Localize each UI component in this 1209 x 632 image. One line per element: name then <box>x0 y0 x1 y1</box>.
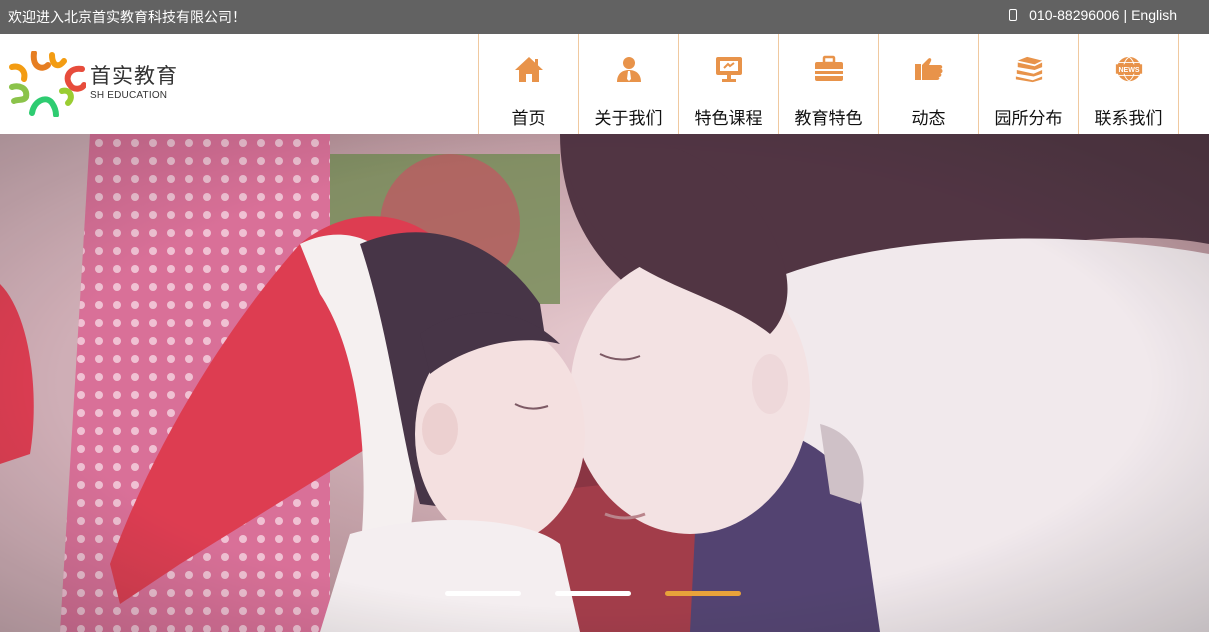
logo-name-en: SH EDUCATION <box>90 90 168 101</box>
top-bar: 欢迎进入北京首实教育科技有限公司！ 010-88296006 | English <box>0 0 1209 34</box>
nav-label: 联系我们 <box>1094 109 1163 129</box>
nav-item-home[interactable]: 首页 <box>479 34 579 134</box>
phone-number: 010-88296006 <box>1029 7 1120 23</box>
books-icon <box>1014 54 1044 84</box>
top-bar-right: 010-88296006 | English <box>1009 7 1177 23</box>
nav-item-contact[interactable]: NEWS 联系我们 <box>1079 34 1179 134</box>
carousel-indicators <box>445 591 741 596</box>
nav-label: 园所分布 <box>994 109 1063 129</box>
main-nav: 首页 关于我们 特色课程 教育特色 动态 园所分布 NEWS 联系我们 <box>478 34 1179 134</box>
briefcase-icon <box>814 54 844 84</box>
separator: | <box>1123 7 1128 23</box>
welcome-text: 欢迎进入北京首实教育科技有限公司！ <box>8 9 246 25</box>
phone-icon <box>1009 9 1018 21</box>
nav-label: 特色课程 <box>694 109 763 129</box>
logo-mark-icon <box>9 51 86 117</box>
hero-banner[interactable] <box>0 134 1209 632</box>
nav-label: 教育特色 <box>794 109 863 129</box>
english-link[interactable]: English <box>1131 7 1177 23</box>
hero-photo <box>0 134 1209 632</box>
carousel-dot-1[interactable] <box>445 591 521 596</box>
monitor-icon <box>714 54 744 84</box>
news-globe-icon: NEWS <box>1114 54 1144 84</box>
nav-item-about[interactable]: 关于我们 <box>579 34 679 134</box>
header: 首实教育 SH EDUCATION 首页 关于我们 特色课程 教育特色 动态 园… <box>0 34 1209 134</box>
hand-icon <box>914 54 944 84</box>
nav-item-features[interactable]: 教育特色 <box>779 34 879 134</box>
nav-label: 首页 <box>511 109 546 129</box>
nav-label: 动态 <box>911 109 946 129</box>
logo[interactable]: 首实教育 SH EDUCATION <box>8 51 178 117</box>
person-icon <box>614 54 644 84</box>
nav-item-campuses[interactable]: 园所分布 <box>979 34 1079 134</box>
logo-name-cn: 首实教育 <box>90 65 178 88</box>
nav-label: 关于我们 <box>594 109 663 129</box>
carousel-dot-3[interactable] <box>665 591 741 596</box>
home-icon <box>514 54 544 84</box>
nav-item-courses[interactable]: 特色课程 <box>679 34 779 134</box>
carousel-dot-2[interactable] <box>555 591 631 596</box>
nav-item-news[interactable]: 动态 <box>879 34 979 134</box>
globe-news-text: NEWS <box>1118 67 1139 74</box>
